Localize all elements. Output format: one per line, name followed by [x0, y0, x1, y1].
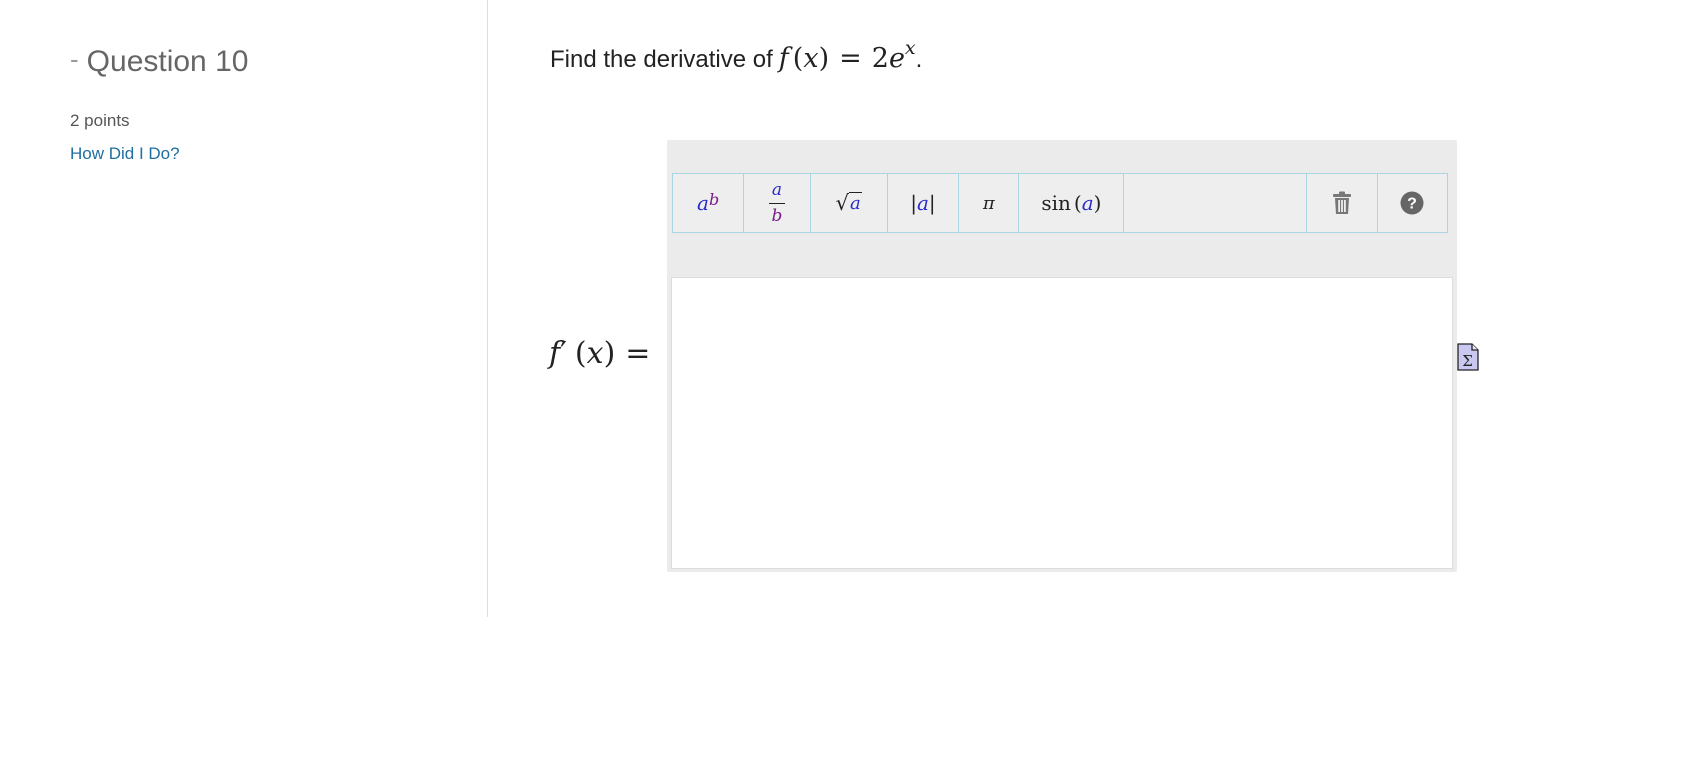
how-did-i-do-link[interactable]: How Did I Do? [70, 144, 180, 164]
prompt-base: e [888, 43, 905, 74]
question-title-text: Question 10 [86, 45, 249, 78]
prompt-close-paren: ) [818, 43, 830, 74]
sqrt-radicand: a [849, 192, 862, 214]
trash-icon [1333, 191, 1352, 214]
prompt-exponent: x [904, 37, 916, 59]
sin-name: sin [1041, 191, 1071, 215]
math-editor: ab a b √ a | a | π sin(a) ? [667, 140, 1457, 572]
fraction-denominator: b [771, 206, 783, 226]
answer-var: x [586, 336, 604, 371]
sin-button[interactable]: sin(a) [1019, 174, 1125, 232]
sin-open: ( [1073, 191, 1082, 215]
answer-open-paren: ( [574, 336, 587, 371]
pi-symbol: π [982, 192, 995, 214]
prompt-expression: f (x) = 2ex [778, 37, 916, 74]
pi-button[interactable]: π [959, 174, 1020, 232]
sin-close: ) [1093, 191, 1102, 215]
question-prompt: Find the derivative of f (x) = 2ex. [550, 37, 923, 74]
math-toolbar: ab a b √ a | a | π sin(a) ? [672, 173, 1448, 233]
answer-close-paren: ) [603, 336, 616, 371]
fraction-button[interactable]: a b [744, 174, 811, 232]
question-title: - Question 10 [70, 44, 248, 80]
power-exponent: b [708, 189, 720, 209]
prompt-coefficient: 2 [871, 43, 889, 74]
abs-right: | [928, 191, 936, 215]
answer-prime: ′ [560, 336, 567, 371]
power-button[interactable]: ab [673, 174, 745, 232]
sigma-document-icon[interactable]: Σ [1457, 343, 1479, 371]
abs-value: a [916, 191, 929, 215]
prompt-period: . [915, 46, 923, 73]
help-button[interactable]: ? [1377, 174, 1447, 232]
sin-arg: a [1081, 191, 1094, 215]
answer-label: f′ (x) = [549, 336, 650, 371]
prompt-text: Find the derivative of [550, 46, 773, 73]
prompt-equals: = [839, 43, 862, 74]
clear-button[interactable] [1307, 174, 1378, 232]
prompt-open-paren: ( [792, 43, 804, 74]
prompt-var: x [803, 43, 819, 74]
svg-text:Σ: Σ [1462, 352, 1473, 370]
help-circle-icon: ? [1400, 191, 1424, 215]
toolbar-spacer [1124, 174, 1308, 232]
question-sidebar: - Question 10 2 points How Did I Do? [0, 0, 488, 617]
fraction-glyph: a b [768, 180, 785, 226]
answer-func: f [549, 336, 561, 371]
power-base: a [697, 191, 709, 215]
fraction-numerator: a [771, 180, 782, 200]
svg-text:?: ? [1407, 196, 1417, 213]
abs-left: | [910, 191, 917, 215]
sqrt-radical: √ [835, 191, 849, 215]
collapse-toggle[interactable]: - [70, 44, 79, 74]
points-label: 2 points [70, 111, 130, 130]
absolute-value-button[interactable]: | a | [887, 174, 960, 232]
answer-input[interactable] [671, 277, 1453, 569]
sqrt-button[interactable]: √ a [810, 174, 888, 232]
prompt-func: f [778, 43, 789, 74]
answer-equals: = [625, 336, 651, 371]
sqrt-glyph: √ a [836, 191, 862, 215]
